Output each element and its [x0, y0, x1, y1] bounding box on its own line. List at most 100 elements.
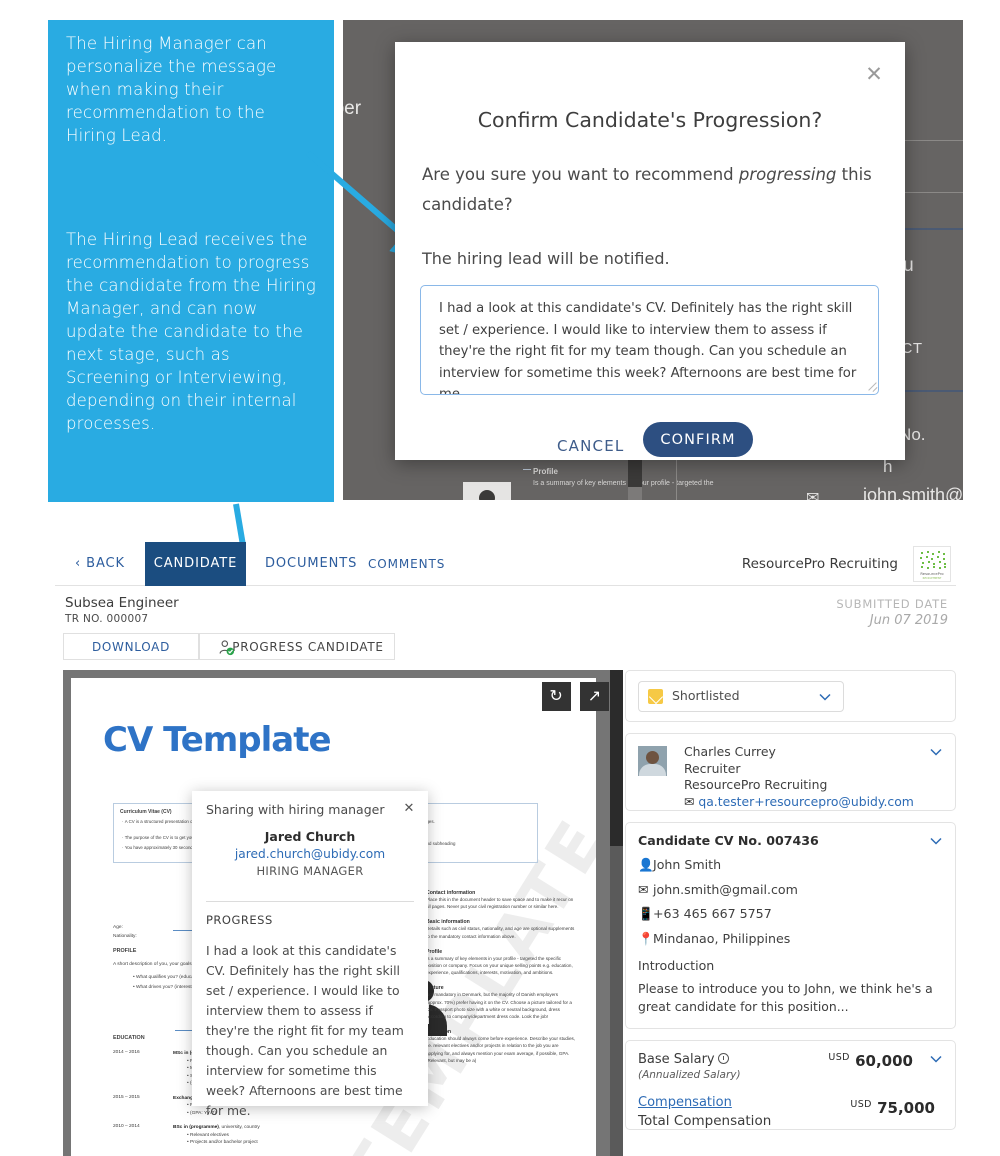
- candidate-intro-text: Please to introduce you to John, we thin…: [638, 981, 933, 1014]
- mobile-phone-icon: 📱: [638, 906, 654, 921]
- tab-comments[interactable]: COMMENTS: [368, 542, 445, 586]
- confirm-progression-dialog: ✕ Confirm Candidate's Progression? Are y…: [395, 42, 905, 460]
- cv-document-viewer[interactable]: TEMPLATE CV Template Curriculum Vitae (C…: [63, 670, 623, 1156]
- refresh-icon[interactable]: ↻: [541, 682, 571, 711]
- cv-annotation-section: Contact information Place this in the do…: [426, 890, 576, 910]
- cv-annotation-body: Not mandatory in Denmark, but the majori…: [426, 992, 572, 1020]
- callout-hiring-manager: The Hiring Manager can personalize the m…: [48, 20, 334, 220]
- tab-candidate[interactable]: CANDIDATE: [145, 542, 246, 586]
- dialog-question-prefix: Are you sure you want to recommend: [422, 165, 739, 184]
- backdrop-doc-line-3: Is a summary of key elements in your pro…: [533, 480, 714, 487]
- candidate-phone: +63 465 667 5757: [653, 906, 772, 921]
- cv-annotation-section: Education Education should always come b…: [416, 1029, 576, 1064]
- dialog-notice: The hiring lead will be notified.: [422, 249, 670, 268]
- callout-hiring-manager-text: The Hiring Manager can personalize the m…: [66, 34, 277, 145]
- open-external-icon[interactable]: ↗: [580, 682, 609, 711]
- candidate-name-row: 👤John Smith: [638, 857, 943, 873]
- progress-candidate-label: PROGRESS CANDIDATE: [232, 640, 384, 654]
- cv-document-title: CV Template: [103, 720, 332, 760]
- base-salary-currency: USD: [828, 1052, 850, 1063]
- person-check-icon: [219, 640, 235, 656]
- cv-education-bullet: • Projects and/or bachelor project: [187, 1140, 258, 1145]
- chevron-down-icon[interactable]: [929, 1052, 943, 1066]
- cv-scrollbar-track[interactable]: [610, 670, 623, 1156]
- clock-icon: [717, 1053, 729, 1064]
- candidate-email: john.smith@gmail.com: [653, 882, 798, 897]
- progress-candidate-button[interactable]: PROGRESS CANDIDATE: [199, 633, 395, 660]
- hiring-manager-email[interactable]: jared.church@ubidy.com: [192, 847, 428, 861]
- cv-annotation-section: Basic information Details such as civil …: [426, 919, 576, 939]
- shortlist-icon: [648, 689, 663, 704]
- backdrop-avatar-head: [479, 490, 495, 500]
- company-logo: ResourcePro RECRUITMENT: [913, 546, 951, 582]
- chevron-down-icon: [819, 693, 831, 701]
- annotation-section: oper d you e? JECT V No. h ✉ john.smith@…: [0, 0, 1000, 645]
- salary-card: Base Salary (Annualized Salary) USD 60,0…: [625, 1040, 956, 1130]
- company-name-label: ResourcePro Recruiting: [741, 556, 898, 572]
- close-icon[interactable]: ✕: [400, 799, 418, 817]
- recruiter-company: ResourcePro Recruiting: [684, 777, 828, 792]
- cv-education-years: 2015 – 2015: [113, 1094, 140, 1100]
- download-button[interactable]: DOWNLOAD: [63, 633, 199, 660]
- job-title: Subsea Engineer: [65, 595, 179, 611]
- cv-scrollbar-thumb[interactable]: [610, 670, 623, 846]
- sharing-section-label: PROGRESS: [206, 913, 273, 927]
- cv-annotation-body: Education should always come before expe…: [426, 1036, 576, 1063]
- sharing-message-text: I had a look at this candidate's CV. Def…: [206, 943, 404, 1118]
- job-reference: TR NO. 000007: [65, 613, 149, 625]
- base-salary-sub-label: (Annualized Salary): [638, 1069, 741, 1081]
- cv-viewer-toolbar: ↻ ↗: [537, 682, 609, 711]
- chevron-down-icon[interactable]: [929, 745, 943, 759]
- backdrop-doc-line-2: Profile: [533, 467, 558, 476]
- total-compensation-currency: USD: [850, 1099, 872, 1110]
- recruiter-email[interactable]: qa.tester+resourcepro@ubidy.com: [698, 794, 914, 809]
- candidate-sidebar: Shortlisted Charles Currey Recruiter Res…: [625, 670, 956, 1141]
- dialog-question-emphasis: progressing: [738, 165, 837, 184]
- cv-box-heading: Curriculum Vitae (CV): [120, 809, 172, 815]
- close-icon[interactable]: ✕: [861, 62, 887, 88]
- cancel-button[interactable]: CANCEL: [551, 436, 630, 456]
- status-dropdown[interactable]: Shortlisted: [638, 681, 844, 712]
- cv-annotation-body: Is a summary of key elements in your pro…: [426, 955, 573, 976]
- cv-annotation-body: Details such as civil status, nationalit…: [426, 926, 575, 939]
- sharing-popup: ✕ Sharing with hiring manager Jared Chur…: [192, 791, 428, 1118]
- cv-education-label: EDUCATION: [113, 1035, 145, 1041]
- base-salary-amount: USD 60,000: [828, 1052, 913, 1070]
- chevron-down-icon[interactable]: [929, 834, 943, 848]
- logo-subcaption: RECRUITMENT: [922, 577, 942, 580]
- recruiter-name: Charles Currey: [684, 744, 776, 759]
- submitted-date-label: SUBMITTED DATE: [836, 597, 948, 611]
- back-button[interactable]: ‹ BACK: [75, 542, 125, 586]
- dialog-title: Confirm Candidate's Progression?: [477, 108, 823, 132]
- recruiter-role: Recruiter: [684, 760, 741, 776]
- candidate-location: Mindanao, Philippines: [653, 931, 791, 946]
- cv-education-place: , university, country: [218, 1125, 260, 1130]
- candidate-cv-title: Candidate CV No. 007436: [638, 833, 819, 848]
- candidate-email-row: ✉ john.smith@gmail.com: [638, 882, 943, 897]
- callout-hiring-lead-text: The Hiring Lead receives the recommendat…: [66, 230, 316, 433]
- recommendation-message-input[interactable]: [420, 285, 879, 395]
- person-badge-icon: 👤: [638, 857, 654, 872]
- base-salary-value: 60,000: [855, 1052, 913, 1070]
- confirm-button[interactable]: CONFIRM: [643, 422, 753, 457]
- candidate-phone-row: 📱+63 465 667 5757: [638, 906, 943, 922]
- map-pin-icon: 📍: [638, 931, 654, 946]
- cv-education-degree: BSc in (programme): [173, 1125, 219, 1130]
- envelope-icon: ✉: [638, 882, 649, 897]
- sharing-person: Jared Church jared.church@ubidy.com HIRI…: [192, 829, 428, 878]
- hiring-manager-role: HIRING MANAGER: [256, 864, 364, 878]
- cv-education-years: 2010 – 2014: [113, 1124, 140, 1129]
- submitted-date-value: Jun 07 2019: [869, 613, 948, 628]
- total-compensation-value: 75,000: [877, 1099, 935, 1117]
- backdrop-doc-tick: [523, 469, 531, 470]
- top-navigation-bar: ‹ BACK CANDIDATE DOCUMENTS COMMENTS Reso…: [55, 542, 956, 586]
- cv-education-bullet: • Relevant electives: [187, 1132, 229, 1138]
- candidate-cv-card: Candidate CV No. 007436 👤John Smith ✉ joh…: [625, 822, 956, 1029]
- backdrop-fragment-h: h: [883, 457, 893, 476]
- status-card: Shortlisted: [625, 670, 956, 722]
- cv-annotation-section: Picture Not mandatory in Denmark, but th…: [416, 985, 576, 1020]
- hiring-manager-name: Jared Church: [264, 829, 356, 844]
- backdrop-envelope-icon: ✉: [806, 490, 820, 500]
- tab-documents[interactable]: DOCUMENTS: [265, 542, 357, 586]
- candidate-location-row: 📍Mindanao, Philippines: [638, 931, 943, 947]
